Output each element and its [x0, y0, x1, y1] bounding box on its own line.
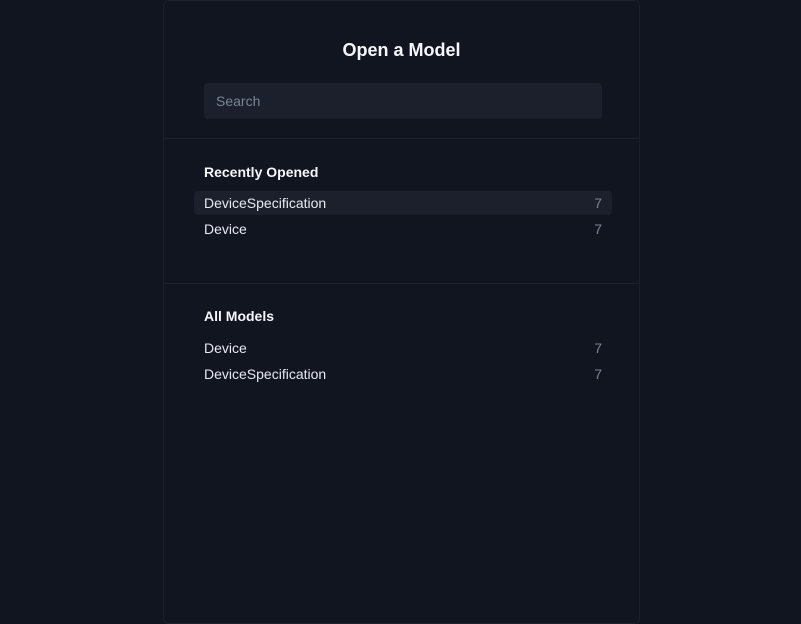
- model-name: DeviceSpecification: [204, 366, 327, 382]
- open-model-dialog: Open a Model Recently Opened DeviceSpeci…: [163, 0, 640, 624]
- dialog-header: Open a Model: [164, 1, 639, 139]
- model-item-device[interactable]: Device 7: [194, 336, 612, 360]
- model-name: Device: [204, 340, 247, 356]
- recently-opened-section: Recently Opened DeviceSpecification 7 De…: [164, 139, 639, 284]
- all-models-heading: All Models: [204, 308, 275, 324]
- model-name: Device: [204, 221, 247, 237]
- dialog-title: Open a Model: [342, 40, 461, 60]
- recent-item-device[interactable]: Device 7: [194, 217, 612, 241]
- model-count: 7: [594, 195, 602, 211]
- recent-item-devicespecification[interactable]: DeviceSpecification 7: [194, 191, 612, 215]
- model-item-devicespecification[interactable]: DeviceSpecification 7: [194, 362, 612, 386]
- model-count: 7: [594, 366, 602, 382]
- model-count: 7: [594, 340, 602, 356]
- model-name: DeviceSpecification: [204, 195, 327, 211]
- all-models-list: Device 7 DeviceSpecification 7: [194, 336, 612, 388]
- search-input[interactable]: [204, 83, 602, 119]
- recently-opened-heading: Recently Opened: [204, 164, 319, 180]
- model-count: 7: [594, 221, 602, 237]
- recently-opened-list: DeviceSpecification 7 Device 7: [194, 191, 612, 243]
